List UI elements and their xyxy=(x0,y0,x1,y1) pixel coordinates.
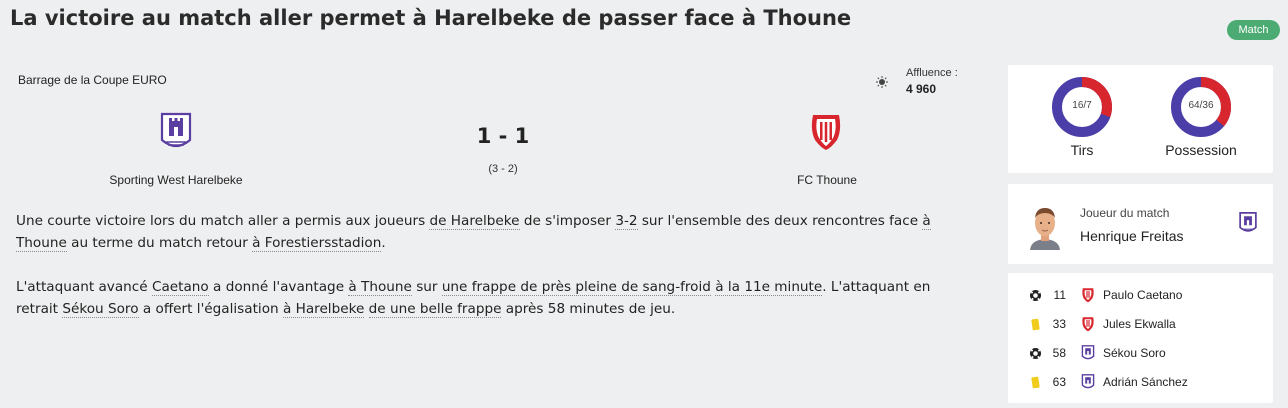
event-minute: 11 xyxy=(1053,288,1066,302)
report-text: . xyxy=(381,235,386,251)
stats-card: 16/7 Tirs 64/36 Possession xyxy=(1008,65,1273,173)
shots-value: 16/7 xyxy=(1072,100,1092,111)
home-crest-icon[interactable] xyxy=(160,112,192,152)
ball-icon xyxy=(1030,348,1041,359)
report-text: Une courte victoire lors du match aller … xyxy=(16,213,430,229)
home-team-name[interactable]: Sporting West Harelbeke xyxy=(76,173,276,187)
match-report-page: La victoire au match aller permet à Hare… xyxy=(0,0,1288,408)
match-events-card: 11 Paulo Caetano 33 Jules Ekwalla 58 Sékou So… xyxy=(1008,273,1273,403)
away-team-name[interactable]: FC Thoune xyxy=(727,173,927,187)
report-link[interactable]: Caetano xyxy=(151,279,209,296)
away-crest-icon xyxy=(1082,288,1094,303)
event-player[interactable]: Sékou Soro xyxy=(1103,346,1166,360)
event-row[interactable]: 33 Jules Ekwalla xyxy=(1008,313,1273,335)
attendance-value: 4 960 xyxy=(906,82,937,96)
report-text: sur xyxy=(411,279,442,295)
event-player[interactable]: Jules Ekwalla xyxy=(1103,317,1176,331)
match-report-text: Une courte victoire lors du match aller … xyxy=(16,210,976,342)
possession-value: 64/36 xyxy=(1188,100,1214,111)
competition-name[interactable]: Barrage de la Coupe EURO xyxy=(18,73,167,87)
man-of-match-label: Joueur du match xyxy=(1080,206,1170,220)
report-text: a donné l'avantage xyxy=(208,279,349,295)
report-link[interactable]: une frappe de près pleine de sang-froid xyxy=(441,279,711,296)
sun-icon xyxy=(876,76,888,88)
event-minute: 58 xyxy=(1052,346,1066,360)
report-link[interactable]: de une belle frappe xyxy=(368,301,502,318)
report-paragraph-1: Une courte victoire lors du match aller … xyxy=(16,210,976,254)
report-text: L'attaquant avancé xyxy=(16,279,152,295)
final-score: 1 - 1 xyxy=(476,124,530,148)
report-text: sur l'ensemble des deux rencontres face xyxy=(637,213,923,229)
yellow-card-icon xyxy=(1031,318,1040,331)
player-avatar xyxy=(1030,208,1060,250)
event-row[interactable]: 11 Paulo Caetano xyxy=(1008,284,1273,306)
report-text: au terme du match retour xyxy=(66,235,253,251)
yellow-card-icon xyxy=(1031,376,1040,389)
event-minute: 63 xyxy=(1052,375,1066,389)
report-link[interactable]: à Harelbeke xyxy=(282,301,365,318)
event-row[interactable]: 58 Sékou Soro xyxy=(1008,342,1273,364)
report-link[interactable]: de Harelbeke xyxy=(429,213,520,230)
man-of-match-card[interactable]: Joueur du match Henrique Freitas xyxy=(1008,184,1273,264)
man-of-match-name[interactable]: Henrique Freitas xyxy=(1080,228,1184,244)
away-crest-icon xyxy=(1082,317,1094,332)
report-text: de s'imposer xyxy=(519,213,616,229)
report-paragraph-2: L'attaquant avancé Caetano a donné l'ava… xyxy=(16,276,976,320)
event-player[interactable]: Adrián Sánchez xyxy=(1103,375,1188,389)
event-row[interactable]: 63 Adrián Sánchez xyxy=(1008,371,1273,393)
ball-icon xyxy=(1030,290,1041,301)
report-text: a offert l'égalisation xyxy=(138,301,283,317)
away-crest-icon[interactable] xyxy=(809,112,843,152)
shots-label: Tirs xyxy=(1070,142,1094,158)
report-link[interactable]: à la 11e minute xyxy=(715,279,823,296)
report-link[interactable]: 3-2 xyxy=(615,213,638,230)
home-crest-icon xyxy=(1239,212,1257,232)
home-crest-icon xyxy=(1081,374,1095,389)
match-badge[interactable]: Match xyxy=(1227,20,1280,40)
report-link[interactable]: à Forestiersstadion xyxy=(252,235,382,252)
aggregate-score: (3 - 2) xyxy=(488,163,518,175)
attendance-label: Affluence : xyxy=(906,67,958,79)
event-player[interactable]: Paulo Caetano xyxy=(1103,288,1182,302)
report-link[interactable]: à Thoune xyxy=(348,279,412,296)
event-minute: 33 xyxy=(1052,317,1066,331)
possession-label: Possession xyxy=(1165,142,1237,158)
headline: La victoire au match aller permet à Hare… xyxy=(10,6,852,30)
report-text: après 58 minutes de jeu. xyxy=(501,301,676,317)
report-link[interactable]: Sékou Soro xyxy=(62,301,139,318)
home-crest-icon xyxy=(1081,345,1095,360)
